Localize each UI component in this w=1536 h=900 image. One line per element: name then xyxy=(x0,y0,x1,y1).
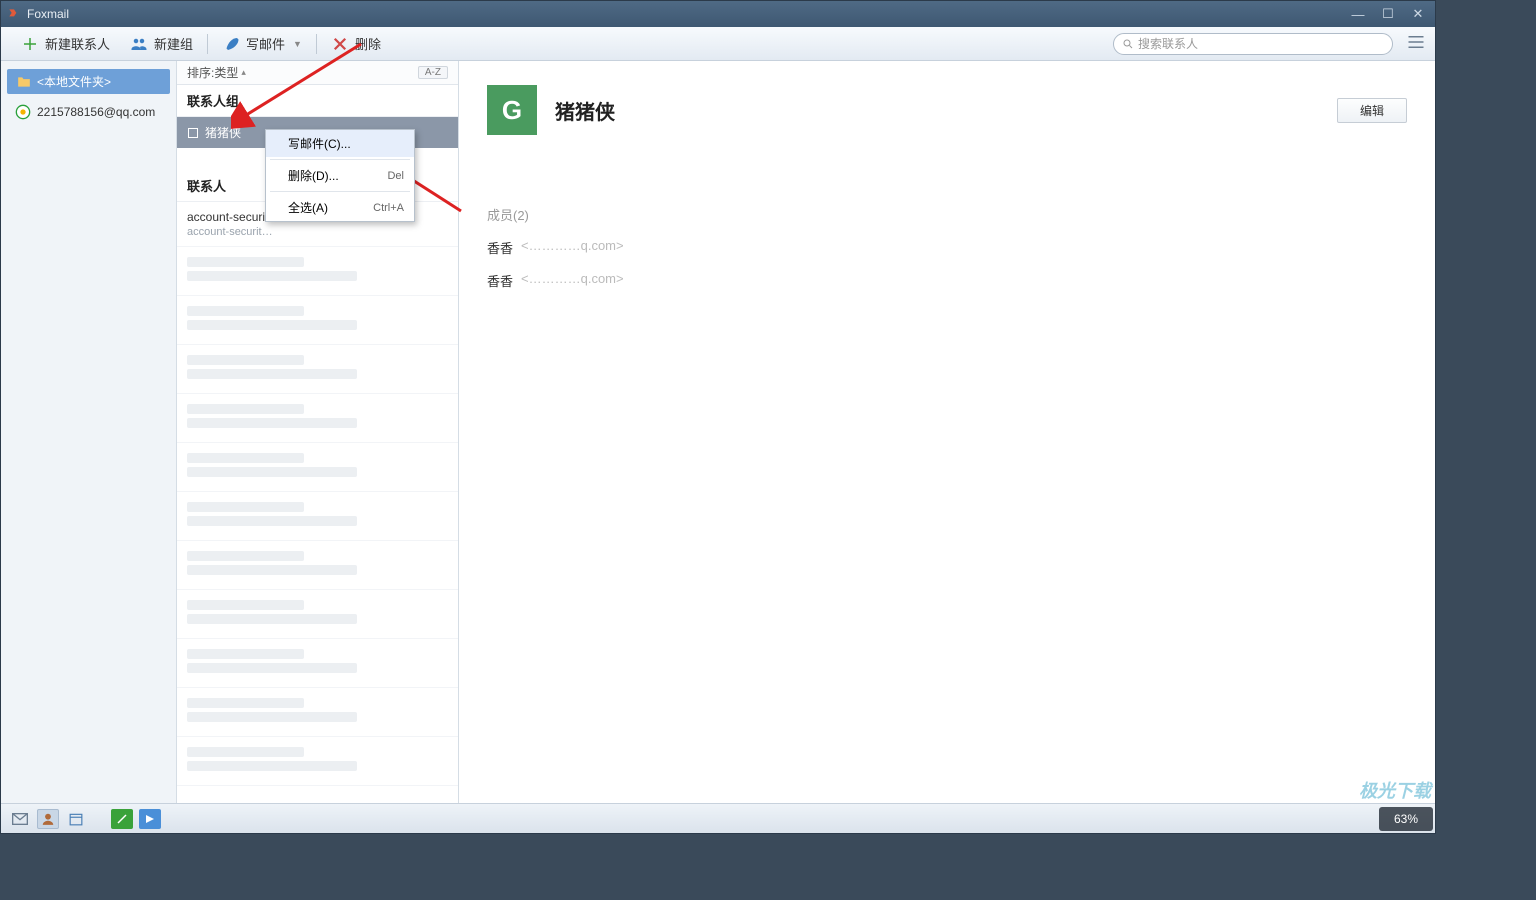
sidebar-local-folder[interactable]: <本地文件夹> xyxy=(7,69,170,94)
window-controls: — ☐ ✕ xyxy=(1347,6,1429,22)
contact-item-blurred[interactable] xyxy=(177,737,458,786)
contact-item-blurred[interactable] xyxy=(177,590,458,639)
maximize-button[interactable]: ☐ xyxy=(1377,6,1399,22)
ctx-separator xyxy=(270,191,410,192)
context-menu: 写邮件(C)... 删除(D)... Del 全选(A) Ctrl+A xyxy=(265,129,415,222)
contact-item-blurred[interactable] xyxy=(177,296,458,345)
account-label: 2215788156@qq.com xyxy=(37,105,155,119)
ctx-compose[interactable]: 写邮件(C)... xyxy=(266,130,414,157)
contact-subtext: account-securit… xyxy=(187,226,448,238)
group-name: 猪猪侠 xyxy=(205,124,241,141)
member-email: <…………q.com> xyxy=(521,271,624,290)
statusbar xyxy=(1,803,1435,833)
delete-icon xyxy=(331,35,349,53)
search-placeholder: 搜索联系人 xyxy=(1138,35,1198,52)
close-button[interactable]: ✕ xyxy=(1407,6,1429,22)
group-tile-icon xyxy=(187,127,199,139)
detail-header: G 猪猪侠 编辑 xyxy=(487,85,1407,135)
contact-item-blurred[interactable] xyxy=(177,688,458,737)
contact-item-blurred[interactable] xyxy=(177,247,458,296)
qq-icon xyxy=(15,104,31,120)
sb-calendar-icon[interactable] xyxy=(65,809,87,829)
sb-mail-icon[interactable] xyxy=(9,809,31,829)
sb-rss-icon[interactable] xyxy=(139,809,161,829)
chevron-down-icon: ▼ xyxy=(293,39,302,49)
member-name: 香香 xyxy=(487,271,513,290)
ctx-select-all[interactable]: 全选(A) Ctrl+A xyxy=(266,194,414,221)
search-icon xyxy=(1122,38,1134,50)
contact-item-blurred[interactable] xyxy=(177,394,458,443)
zoom-indicator: 63% xyxy=(1379,807,1433,831)
detail-name: 猪猪侠 xyxy=(555,96,615,125)
member-name: 香香 xyxy=(487,238,513,257)
chevron-up-icon: ▴ xyxy=(241,67,246,78)
ctx-compose-label: 写邮件(C)... xyxy=(288,135,351,152)
app-logo-icon xyxy=(7,7,21,21)
folder-icon xyxy=(17,76,31,88)
contact-item-blurred[interactable] xyxy=(177,492,458,541)
sidebar: <本地文件夹> 2215788156@qq.com xyxy=(1,61,177,803)
ctx-selectall-shortcut: Ctrl+A xyxy=(373,202,404,214)
local-folder-label: <本地文件夹> xyxy=(37,73,111,90)
delete-label: 删除 xyxy=(355,34,381,53)
contact-item-blurred[interactable] xyxy=(177,345,458,394)
groups-header: 联系人组 xyxy=(177,85,458,117)
sidebar-account[interactable]: 2215788156@qq.com xyxy=(1,100,176,124)
sb-contacts-icon[interactable] xyxy=(37,809,59,829)
app-title: Foxmail xyxy=(27,7,69,21)
minimize-button[interactable]: — xyxy=(1347,6,1369,22)
ctx-delete[interactable]: 删除(D)... Del xyxy=(266,162,414,189)
sort-header[interactable]: 排序:类型 ▴ A-Z xyxy=(177,61,458,85)
contact-item-blurred[interactable] xyxy=(177,443,458,492)
new-contact-label: 新建联系人 xyxy=(45,34,110,53)
body: <本地文件夹> 2215788156@qq.com 排序:类型 ▴ A-Z 联系… xyxy=(1,61,1435,803)
new-contact-button[interactable]: 新建联系人 xyxy=(11,31,120,56)
plus-icon xyxy=(21,35,39,53)
ctx-delete-shortcut: Del xyxy=(387,170,404,182)
detail-pane: G 猪猪侠 编辑 成员(2) 香香 <…………q.com> 香香 <…………q.… xyxy=(459,61,1435,803)
sb-note-icon[interactable] xyxy=(111,809,133,829)
toolbar: 新建联系人 新建组 写邮件 ▼ 删除 搜索联系人 xyxy=(1,27,1435,61)
menu-button[interactable] xyxy=(1407,35,1425,52)
new-group-button[interactable]: 新建组 xyxy=(120,31,203,56)
group-icon xyxy=(130,35,148,53)
avatar: G xyxy=(487,85,537,135)
compose-button[interactable]: 写邮件 ▼ xyxy=(212,31,312,56)
search-area: 搜索联系人 xyxy=(1113,33,1425,55)
watermark: 极光下载 xyxy=(1359,777,1431,803)
app-window: Foxmail — ☐ ✕ 新建联系人 新建组 写邮件 ▼ 删除 xyxy=(0,0,1436,834)
feather-icon xyxy=(222,35,240,53)
toolbar-separator xyxy=(207,34,208,54)
az-toggle[interactable]: A-Z xyxy=(418,66,448,79)
member-row[interactable]: 香香 <…………q.com> xyxy=(487,271,1407,290)
titlebar: Foxmail — ☐ ✕ xyxy=(1,1,1435,27)
ctx-delete-label: 删除(D)... xyxy=(288,167,339,184)
contact-item-blurred[interactable] xyxy=(177,541,458,590)
list-icon xyxy=(1407,35,1425,49)
new-group-label: 新建组 xyxy=(154,34,193,53)
sort-label: 排序:类型 xyxy=(187,64,238,81)
contact-item-blurred[interactable] xyxy=(177,639,458,688)
member-row[interactable]: 香香 <…………q.com> xyxy=(487,238,1407,257)
member-email: <…………q.com> xyxy=(521,238,624,257)
search-input[interactable]: 搜索联系人 xyxy=(1113,33,1393,55)
compose-label: 写邮件 xyxy=(246,34,285,53)
ctx-selectall-label: 全选(A) xyxy=(288,199,328,216)
ctx-separator xyxy=(270,159,410,160)
delete-button[interactable]: 删除 xyxy=(321,31,391,56)
edit-button[interactable]: 编辑 xyxy=(1337,98,1407,123)
members-label: 成员(2) xyxy=(487,205,1407,224)
toolbar-separator xyxy=(316,34,317,54)
